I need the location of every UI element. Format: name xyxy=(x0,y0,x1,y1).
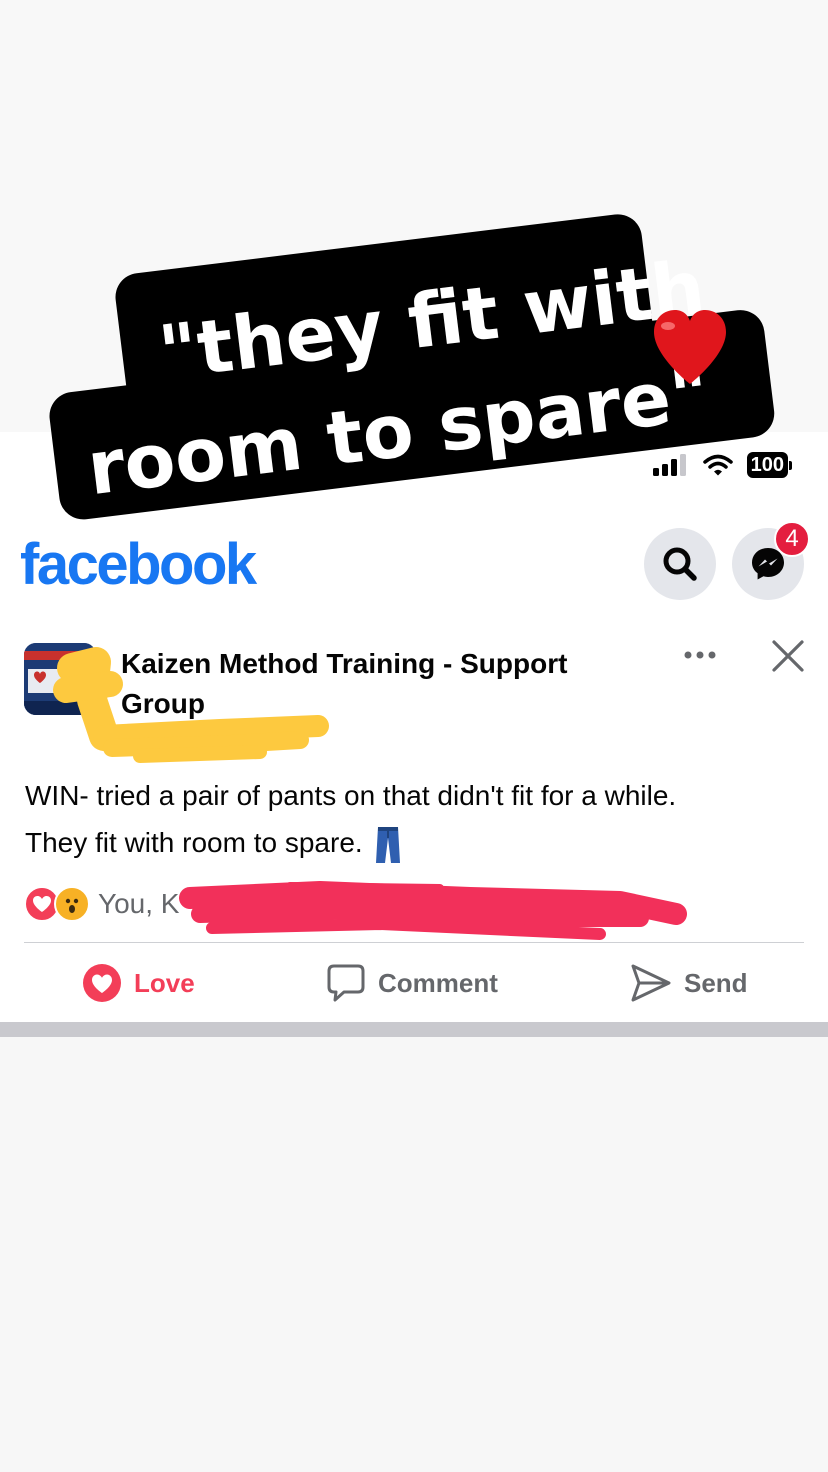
reactions-summary[interactable]: You, K xyxy=(24,886,179,922)
send-button[interactable]: Send xyxy=(630,958,748,1008)
story-caption: "they fit with room to spare" xyxy=(49,214,775,520)
group-name[interactable]: Kaizen Method Training - Support Group xyxy=(121,644,641,724)
comment-button-label: Comment xyxy=(378,967,498,998)
story-background-bottom xyxy=(0,1037,828,1472)
more-options-icon[interactable] xyxy=(680,640,720,670)
comment-icon xyxy=(327,964,365,1002)
post-text-line-1: WIN- tried a pair of pants on that didn'… xyxy=(25,780,677,811)
wow-reaction-icon xyxy=(54,886,90,922)
search-button[interactable] xyxy=(644,528,716,600)
reactions-names: You, K xyxy=(98,888,180,919)
meta-separator: · xyxy=(121,727,130,755)
jeans-emoji-icon xyxy=(375,826,400,863)
post-text: WIN- tried a pair of pants on that didn'… xyxy=(25,772,805,866)
heart-highlight xyxy=(661,322,675,330)
send-icon xyxy=(631,964,671,1002)
group-avatar[interactable] xyxy=(24,643,96,715)
facebook-logo[interactable]: facebook xyxy=(20,530,257,600)
post-text-line-2-wrap: They fit with room to spare. xyxy=(25,819,805,866)
search-icon xyxy=(663,547,697,581)
post-text-line-2: They fit with room to spare. xyxy=(25,827,363,858)
love-button-label: Love xyxy=(134,967,195,998)
group-avatar-image xyxy=(24,643,96,715)
send-button-label: Send xyxy=(684,967,748,998)
close-icon[interactable] xyxy=(770,638,806,674)
members-icon xyxy=(189,729,214,753)
love-button[interactable]: Love xyxy=(82,958,195,1008)
post-separator xyxy=(24,942,804,943)
post-time[interactable]: 7h xyxy=(137,724,165,758)
meta-separator-2: · xyxy=(173,727,182,755)
feed-divider xyxy=(0,1022,828,1037)
love-reaction-button-icon xyxy=(83,964,121,1002)
comment-button[interactable]: Comment xyxy=(326,958,498,1008)
post-meta: · 7h · xyxy=(121,724,214,758)
